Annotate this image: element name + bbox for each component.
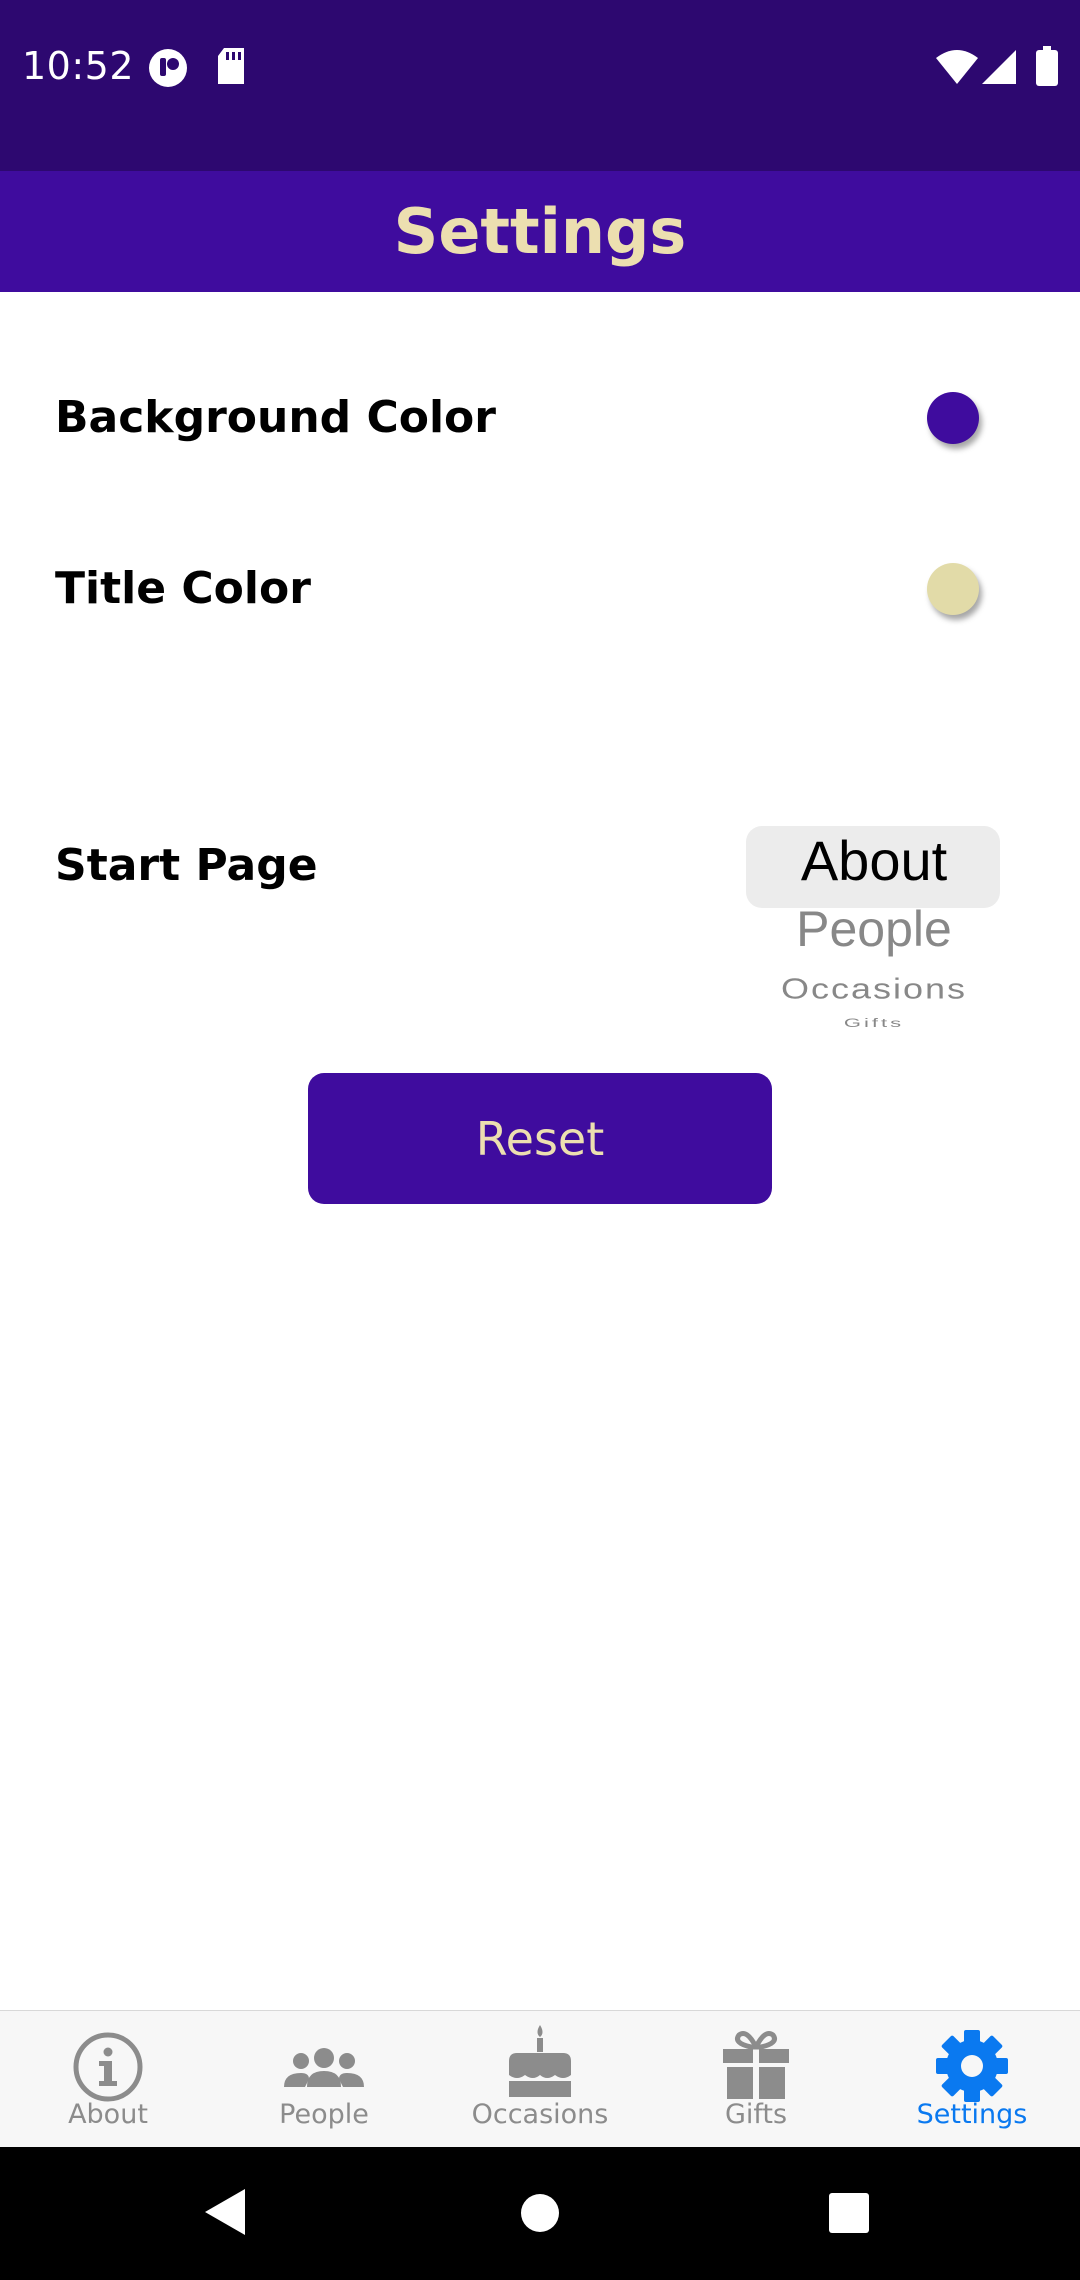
status-bar: 10:52 <box>0 0 1080 171</box>
system-nav-bar <box>0 2147 1080 2280</box>
tab-people[interactable]: People <box>216 2011 432 2148</box>
picker-option-occasions[interactable]: Occasions <box>746 972 1002 1006</box>
tab-label: About <box>68 2099 148 2130</box>
tab-label: Gifts <box>724 2099 788 2130</box>
title-color-swatch[interactable] <box>927 563 979 615</box>
picker-option-gifts[interactable]: Gifts <box>746 1016 1002 1030</box>
title-color-label: Title Color <box>55 563 311 614</box>
cake-icon <box>495 2021 585 2111</box>
tab-label: Occasions <box>471 2099 609 2130</box>
tab-label: People <box>279 2099 369 2130</box>
status-time: 10:52 <box>22 44 135 88</box>
recents-icon[interactable] <box>829 2193 869 2238</box>
back-icon[interactable] <box>205 2189 245 2240</box>
tab-occasions[interactable]: Occasions <box>432 2011 648 2148</box>
app-header: Settings <box>0 171 1080 292</box>
tab-about[interactable]: About <box>0 2011 216 2148</box>
people-icon <box>279 2021 369 2111</box>
cell-signal-icon <box>982 50 1016 89</box>
bottom-nav: About People Occasions Gifts Settings <box>0 2010 1080 2148</box>
start-page-picker[interactable]: About People Occasions Gifts <box>746 822 1002 1032</box>
picker-option-about[interactable]: About <box>746 828 1002 893</box>
home-icon[interactable] <box>520 2193 560 2238</box>
wifi-icon <box>936 50 978 89</box>
sd-card-icon <box>216 48 246 89</box>
page-title: Settings <box>393 195 687 268</box>
tab-settings[interactable]: Settings <box>864 2011 1080 2148</box>
reset-button[interactable]: Reset <box>308 1073 772 1204</box>
gift-icon <box>711 2021 801 2111</box>
info-icon <box>63 2021 153 2111</box>
battery-icon <box>1036 46 1058 91</box>
picker-option-people[interactable]: People <box>746 900 1002 958</box>
app-notification-icon <box>148 48 188 93</box>
background-color-swatch[interactable] <box>927 392 979 444</box>
tab-label: Settings <box>916 2099 1028 2130</box>
gear-icon <box>927 2021 1017 2111</box>
background-color-label: Background Color <box>55 392 496 443</box>
start-page-label: Start Page <box>55 840 318 891</box>
tab-gifts[interactable]: Gifts <box>648 2011 864 2148</box>
